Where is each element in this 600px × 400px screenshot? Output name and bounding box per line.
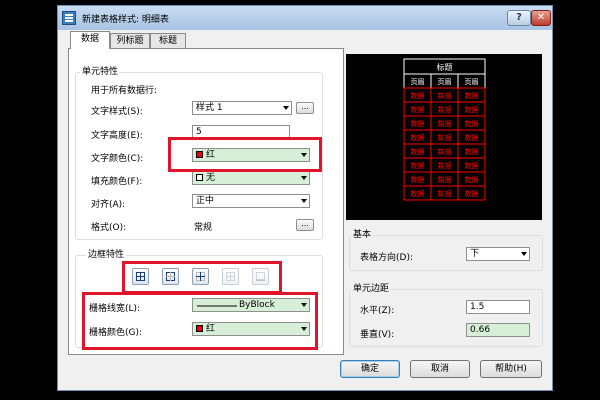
text-style-value: 样式 1 (196, 103, 223, 113)
red-color-swatch (196, 325, 203, 332)
preview-data-text: 数据 (465, 133, 479, 142)
help-title-button[interactable]: ? (507, 10, 531, 26)
preview-data-text: 数据 (411, 189, 425, 198)
cancel-button[interactable]: 取消 (410, 360, 470, 378)
preview-data-text: 数据 (411, 105, 425, 114)
chevron-down-icon (301, 176, 307, 180)
all-borders-button[interactable] (132, 268, 149, 285)
preview-data-text: 数据 (411, 175, 425, 184)
text-style-browse-button[interactable]: ... (296, 102, 314, 114)
vertical-margin-input[interactable]: 0.66 (466, 323, 530, 337)
dialog-title: 新建表格样式: 明细表 (82, 15, 169, 25)
lineweight-value: ByBlock (239, 300, 275, 310)
tab-title[interactable]: 标题 (150, 33, 186, 49)
preview-data-text: 数据 (465, 175, 479, 184)
format-value: 常规 (194, 223, 213, 233)
chevron-down-icon (301, 199, 307, 203)
white-color-swatch (196, 174, 203, 181)
chevron-down-icon (301, 153, 307, 157)
preview-data-text: 数据 (465, 147, 479, 156)
text-color-value: 红 (206, 150, 216, 160)
preview-data-text: 数据 (411, 119, 425, 128)
bottom-border-button[interactable] (252, 268, 269, 285)
text-height-label: 文字高度(E): (91, 131, 143, 141)
preview-data-text: 数据 (438, 189, 452, 198)
preview-data-text: 数据 (465, 119, 479, 128)
align-label: 对齐(A): (91, 200, 126, 210)
preview-header-text: 页眉 (465, 78, 479, 86)
tab-column-header[interactable]: 列标题 (110, 33, 150, 49)
inside-borders-button[interactable] (192, 268, 209, 285)
preview-data-text: 数据 (438, 105, 452, 114)
general-label: 基本 (351, 227, 374, 240)
lineweight-select[interactable]: ByBlock (192, 298, 310, 312)
fill-color-value: 无 (206, 173, 216, 183)
close-button[interactable]: ✕ (531, 10, 551, 26)
help-button[interactable]: 帮助(H) (480, 360, 542, 378)
no-borders-button[interactable] (222, 268, 239, 285)
apply-all-rows-label: 用于所有数据行: (91, 86, 158, 96)
horizontal-margin-label: 水平(Z): (360, 306, 395, 316)
grid-color-value: 红 (206, 324, 216, 334)
outside-borders-button[interactable] (162, 268, 179, 285)
preview-title-text: 标题 (437, 62, 453, 72)
table-preview: 标题 页眉 页眉 页眉 数据 数据 数据 数据 数据 数据 数据 数据 数据 数据 数据 数据 数据 数据 数据 数据… (346, 54, 542, 220)
table-direction-label: 表格方向(D): (360, 253, 413, 263)
text-color-label: 文字颜色(C): (91, 154, 144, 164)
outside-borders-icon (166, 272, 175, 281)
preview-data-text: 数据 (438, 119, 452, 128)
text-style-label: 文字样式(S): (91, 107, 143, 117)
horizontal-margin-input[interactable]: 1.5 (466, 300, 530, 314)
preview-data-text: 数据 (411, 161, 425, 170)
table-direction-value: 下 (470, 249, 480, 259)
no-borders-icon (226, 272, 235, 281)
table-direction-select[interactable]: 下 (466, 247, 530, 261)
text-style-select[interactable]: 样式 1 (192, 101, 292, 115)
preview-data-text: 数据 (411, 133, 425, 142)
preview-data-text: 数据 (438, 161, 452, 170)
preview-data-text: 数据 (438, 175, 452, 184)
text-color-select[interactable]: 红 (192, 148, 310, 162)
tab-data[interactable]: 数据 (70, 31, 110, 49)
preview-data-text: 数据 (465, 91, 479, 100)
format-browse-button[interactable]: ... (296, 219, 314, 231)
table-app-icon (62, 11, 76, 25)
chevron-down-icon (283, 106, 289, 110)
title-bar[interactable]: 新建表格样式: 明细表 ? ✕ (58, 6, 552, 30)
preview-data-text: 数据 (411, 91, 425, 100)
preview-data-text: 数据 (438, 147, 452, 156)
fill-color-select[interactable]: 无 (192, 171, 310, 185)
vertical-margin-label: 垂直(V): (360, 330, 395, 340)
fill-color-label: 填充颜色(F): (91, 177, 143, 187)
chevron-down-icon (301, 303, 307, 307)
align-value: 正中 (196, 196, 215, 206)
preview-data-text: 数据 (438, 91, 452, 100)
grid-color-label: 栅格颜色(G): (89, 328, 143, 338)
bottom-border-icon (256, 272, 265, 281)
preview-data-text: 数据 (411, 147, 425, 156)
cell-properties-label: 单元特性 (80, 64, 121, 77)
grid-color-select[interactable]: 红 (192, 322, 310, 336)
preview-header-text: 页眉 (411, 78, 425, 86)
red-color-swatch (196, 151, 203, 158)
line-sample-icon (197, 305, 237, 307)
border-properties-label: 边框特性 (86, 247, 127, 260)
cell-margins-label: 单元边距 (351, 281, 392, 294)
format-label: 格式(O): (91, 223, 127, 233)
table-preview-graphic: 标题页眉 页眉 页眉数据 数据 数据数据 数据 数据数据 数据 数据数据 数据 数据数据 数据 数据数据… (403, 58, 486, 201)
preview-data-text: 数据 (438, 133, 452, 142)
preview-data-text: 数据 (465, 105, 479, 114)
lineweight-label: 栅格线宽(L): (89, 304, 141, 314)
all-borders-icon (136, 272, 145, 281)
text-height-input[interactable]: 5 (192, 125, 290, 139)
chevron-down-icon (521, 252, 527, 256)
ok-button[interactable]: 确定 (340, 360, 400, 378)
preview-header-text: 页眉 (438, 78, 452, 86)
inside-borders-icon (196, 272, 205, 281)
chevron-down-icon (301, 327, 307, 331)
preview-data-text: 数据 (465, 189, 479, 198)
preview-data-text: 数据 (465, 161, 479, 170)
align-select[interactable]: 正中 (192, 194, 310, 208)
